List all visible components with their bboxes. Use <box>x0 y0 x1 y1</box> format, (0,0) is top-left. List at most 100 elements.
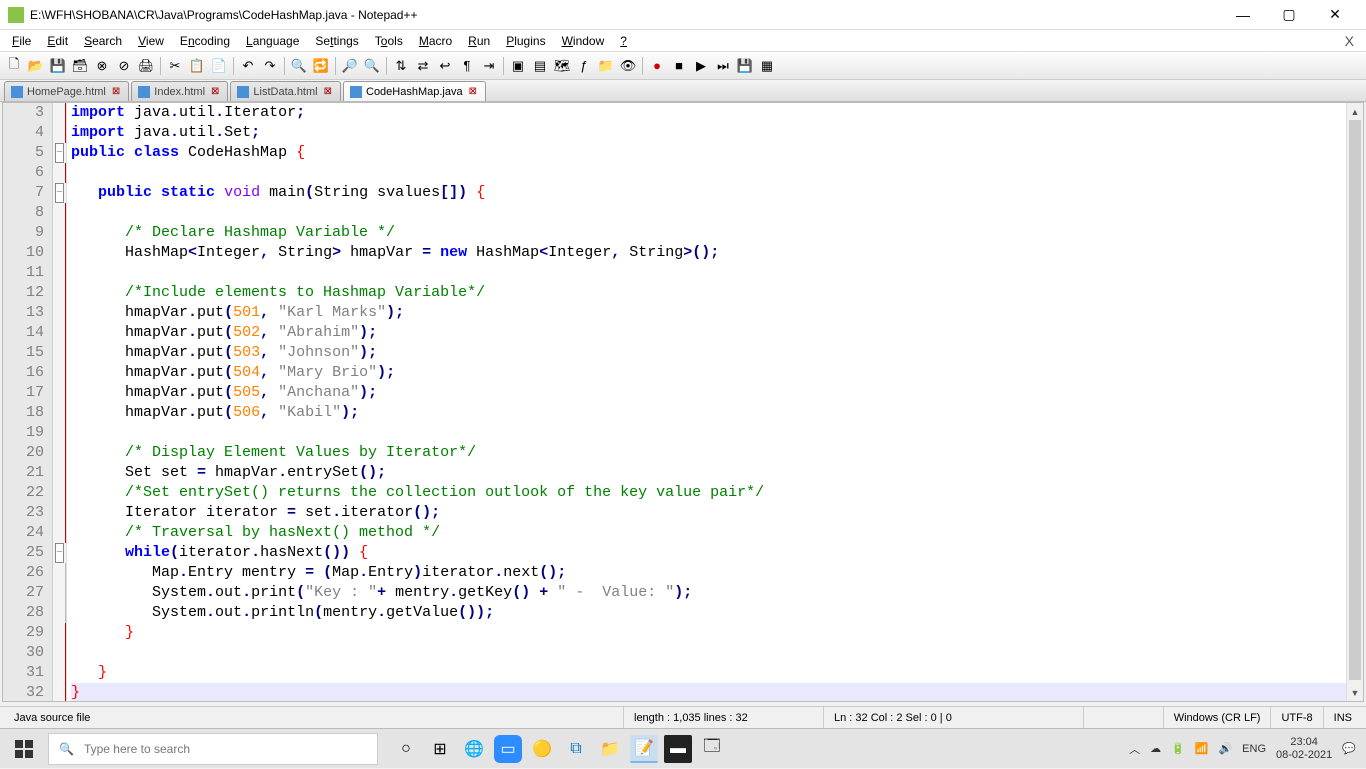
code-line[interactable]: Map.Entry mentry = (Map.Entry)iterator.n… <box>71 563 1359 583</box>
fold-marker[interactable] <box>53 623 66 643</box>
doc-map-icon[interactable]: 🗺 <box>552 56 572 76</box>
code-line[interactable]: hmapVar.put(503, "Johnson"); <box>71 343 1359 363</box>
minimize-button[interactable]: — <box>1220 0 1266 30</box>
fold-marker[interactable] <box>53 583 66 603</box>
vscode-icon[interactable]: ⧉ <box>562 735 590 763</box>
tab-close-icon[interactable]: ⊠ <box>467 86 479 97</box>
func-list-icon[interactable]: ƒ <box>574 56 594 76</box>
code-line[interactable]: } <box>71 683 1359 701</box>
scroll-down-icon[interactable]: ▼ <box>1347 684 1363 701</box>
fold-marker[interactable]: − <box>53 543 66 563</box>
start-button[interactable] <box>0 729 48 769</box>
fold-marker[interactable] <box>53 643 66 663</box>
paste-icon[interactable]: 📄 <box>209 56 229 76</box>
menu-encoding[interactable]: Encoding <box>172 32 238 50</box>
code-line[interactable] <box>71 423 1359 443</box>
sync-h-icon[interactable]: ⇄ <box>413 56 433 76</box>
sync-v-icon[interactable]: ⇅ <box>391 56 411 76</box>
code-line[interactable]: HashMap<Integer, String> hmapVar = new H… <box>71 243 1359 263</box>
show-all-icon[interactable]: ¶ <box>457 56 477 76</box>
close-file-icon[interactable]: ⊗ <box>92 56 112 76</box>
editor-area[interactable]: 3456789101112131415161718192021222324252… <box>2 102 1364 702</box>
code-line[interactable]: import java.util.Set; <box>71 123 1359 143</box>
undo-icon[interactable]: ↶ <box>238 56 258 76</box>
play-multi-icon[interactable]: ⏭ <box>713 56 733 76</box>
stop-icon[interactable]: ■ <box>669 56 689 76</box>
menu-edit[interactable]: Edit <box>39 32 76 50</box>
cut-icon[interactable]: ✂ <box>165 56 185 76</box>
tray-onedrive-icon[interactable]: ☁ <box>1150 742 1161 755</box>
taskview-icon[interactable]: ⊞ <box>426 735 454 763</box>
fold-marker[interactable] <box>53 603 66 623</box>
save-all-icon[interactable]: 🗃 <box>70 56 90 76</box>
vertical-scrollbar[interactable]: ▲ ▼ <box>1346 103 1363 701</box>
code-line[interactable]: System.out.print("Key : "+ mentry.getKey… <box>71 583 1359 603</box>
code-line[interactable] <box>71 163 1359 183</box>
explorer-icon[interactable]: 📁 <box>596 735 624 763</box>
code-line[interactable] <box>71 203 1359 223</box>
save-macro-icon[interactable]: 💾 <box>735 56 755 76</box>
fold-marker[interactable] <box>53 503 66 523</box>
code-line[interactable]: } <box>71 623 1359 643</box>
fold-marker[interactable] <box>53 283 66 303</box>
tab-close-icon[interactable]: ⊠ <box>209 86 221 97</box>
fold-marker[interactable]: − <box>53 183 66 203</box>
code-line[interactable] <box>71 643 1359 663</box>
status-encoding[interactable]: UTF-8 <box>1271 707 1323 728</box>
code-line[interactable]: /*Set entrySet() returns the collection … <box>71 483 1359 503</box>
open-file-icon[interactable]: 📂 <box>26 56 46 76</box>
code-line[interactable]: /* Declare Hashmap Variable */ <box>71 223 1359 243</box>
fold-marker[interactable] <box>53 343 66 363</box>
fold-marker[interactable] <box>53 163 66 183</box>
mdi-close-button[interactable]: X <box>1337 33 1362 49</box>
fold-marker[interactable] <box>53 423 66 443</box>
code-line[interactable]: public static void main(String svalues[]… <box>71 183 1359 203</box>
tray-battery-icon[interactable]: 🔋 <box>1171 742 1185 755</box>
save-icon[interactable]: 💾 <box>48 56 68 76</box>
tray-volume-icon[interactable]: 🔊 <box>1218 742 1232 755</box>
fold-marker[interactable] <box>53 563 66 583</box>
fold-marker[interactable] <box>53 243 66 263</box>
fold-marker[interactable] <box>53 523 66 543</box>
fold-marker[interactable] <box>53 443 66 463</box>
fold-marker[interactable] <box>53 463 66 483</box>
close-all-icon[interactable]: ⊘ <box>114 56 134 76</box>
fold-marker[interactable] <box>53 263 66 283</box>
tab-index-html[interactable]: Index.html⊠ <box>131 81 228 101</box>
print-icon[interactable]: 🖨 <box>136 56 156 76</box>
tab-close-icon[interactable]: ⊠ <box>110 86 122 97</box>
fold-marker[interactable] <box>53 223 66 243</box>
play-icon[interactable]: ▶ <box>691 56 711 76</box>
notepadpp-icon[interactable]: 📝 <box>630 735 658 763</box>
menu-search[interactable]: Search <box>76 32 130 50</box>
code-line[interactable] <box>71 263 1359 283</box>
code-line[interactable]: public class CodeHashMap { <box>71 143 1359 163</box>
tab-codehashmap-java[interactable]: CodeHashMap.java⊠ <box>343 81 486 101</box>
indent-icon[interactable]: ⇥ <box>479 56 499 76</box>
code-line[interactable]: /* Traversal by hasNext() method */ <box>71 523 1359 543</box>
new-file-icon[interactable]: 🗋 <box>4 56 24 76</box>
fold-marker[interactable] <box>53 383 66 403</box>
menu-settings[interactable]: Settings <box>307 32 366 50</box>
code-line[interactable]: System.out.println(mentry.getValue()); <box>71 603 1359 623</box>
tray-chevron-icon[interactable]: ︿ <box>1129 741 1140 757</box>
tray-wifi-icon[interactable]: 📶 <box>1195 742 1209 755</box>
fold-icon[interactable]: ▣ <box>508 56 528 76</box>
replace-icon[interactable]: 🔁 <box>311 56 331 76</box>
code-content[interactable]: import java.util.Iterator;import java.ut… <box>67 103 1363 701</box>
code-line[interactable]: hmapVar.put(505, "Anchana"); <box>71 383 1359 403</box>
fold-marker[interactable] <box>53 363 66 383</box>
code-line[interactable]: hmapVar.put(502, "Abrahim"); <box>71 323 1359 343</box>
chrome-icon[interactable]: 🟡 <box>528 735 556 763</box>
code-line[interactable]: hmapVar.put(501, "Karl Marks"); <box>71 303 1359 323</box>
tray-notifications-icon[interactable]: 💬 <box>1342 742 1356 755</box>
code-line[interactable]: /*Include elements to Hashmap Variable*/ <box>71 283 1359 303</box>
wrap-icon[interactable]: ↩ <box>435 56 455 76</box>
fold-marker[interactable]: − <box>53 143 66 163</box>
tab-close-icon[interactable]: ⊠ <box>322 86 334 97</box>
code-line[interactable]: import java.util.Iterator; <box>71 103 1359 123</box>
redo-icon[interactable]: ↷ <box>260 56 280 76</box>
other-app-icon[interactable]: 🗔 <box>698 735 726 763</box>
tray-language[interactable]: ENG <box>1242 743 1266 755</box>
scroll-thumb[interactable] <box>1349 120 1361 680</box>
